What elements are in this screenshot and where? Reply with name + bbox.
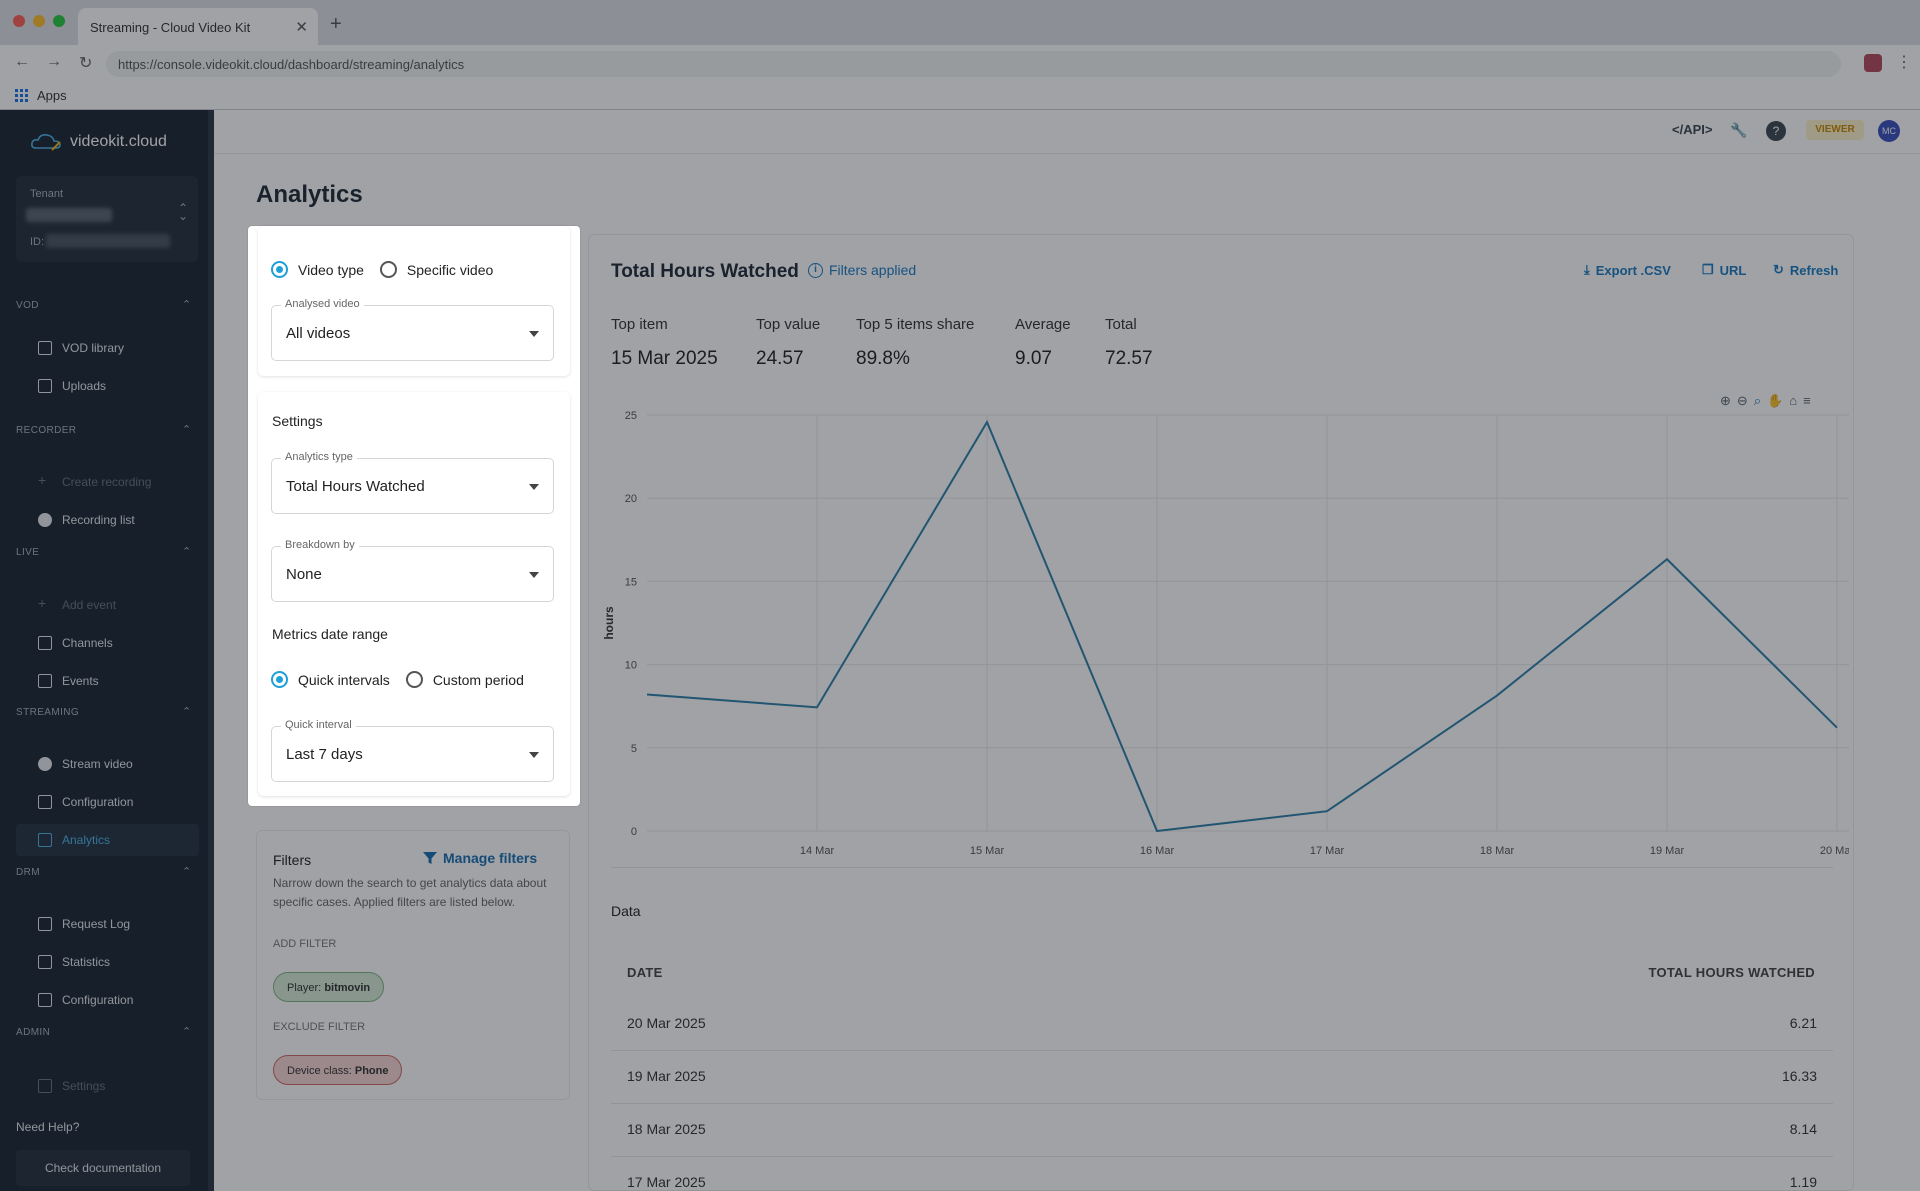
select-value: All videos bbox=[286, 325, 351, 342]
quick-intervals-label[interactable]: Quick intervals bbox=[298, 672, 390, 688]
select-label: Quick interval bbox=[281, 719, 356, 731]
breakdown-select[interactable]: Breakdown by None bbox=[271, 539, 554, 602]
quick-intervals-radio[interactable] bbox=[271, 671, 288, 688]
select-value: Last 7 days bbox=[286, 746, 363, 763]
video-type-radio[interactable] bbox=[271, 261, 288, 278]
video-mode-radio-group: Video type Specific video bbox=[271, 261, 509, 278]
browser-dim-overlay bbox=[0, 0, 1920, 110]
dropdown-caret-icon bbox=[529, 752, 539, 758]
specific-video-radio[interactable] bbox=[379, 261, 397, 278]
select-value: Total Hours Watched bbox=[286, 478, 425, 495]
video-type-label[interactable]: Video type bbox=[298, 262, 364, 278]
date-range-title: Metrics date range bbox=[272, 626, 388, 642]
analysed-video-select[interactable]: Analysed video All videos bbox=[271, 298, 554, 361]
quick-interval-select[interactable]: Quick interval Last 7 days bbox=[271, 719, 554, 782]
settings-box: Settings Analytics type Total Hours Watc… bbox=[258, 392, 570, 796]
date-range-radio-group: Quick intervals Custom period bbox=[271, 671, 540, 688]
settings-title: Settings bbox=[272, 413, 323, 429]
custom-period-radio[interactable] bbox=[405, 671, 423, 688]
dropdown-caret-icon bbox=[529, 331, 539, 337]
select-label: Analytics type bbox=[281, 451, 357, 463]
select-label: Breakdown by bbox=[281, 539, 359, 551]
dropdown-caret-icon bbox=[529, 572, 539, 578]
analytics-settings-panel: Video type Specific video Analysed video… bbox=[248, 226, 580, 806]
analytics-type-select[interactable]: Analytics type Total Hours Watched bbox=[271, 451, 554, 514]
dropdown-caret-icon bbox=[529, 484, 539, 490]
select-value: None bbox=[286, 566, 322, 583]
select-label: Analysed video bbox=[281, 298, 364, 310]
custom-period-label[interactable]: Custom period bbox=[433, 672, 524, 688]
video-selection-box: Video type Specific video Analysed video… bbox=[258, 226, 570, 376]
specific-video-label[interactable]: Specific video bbox=[407, 262, 493, 278]
